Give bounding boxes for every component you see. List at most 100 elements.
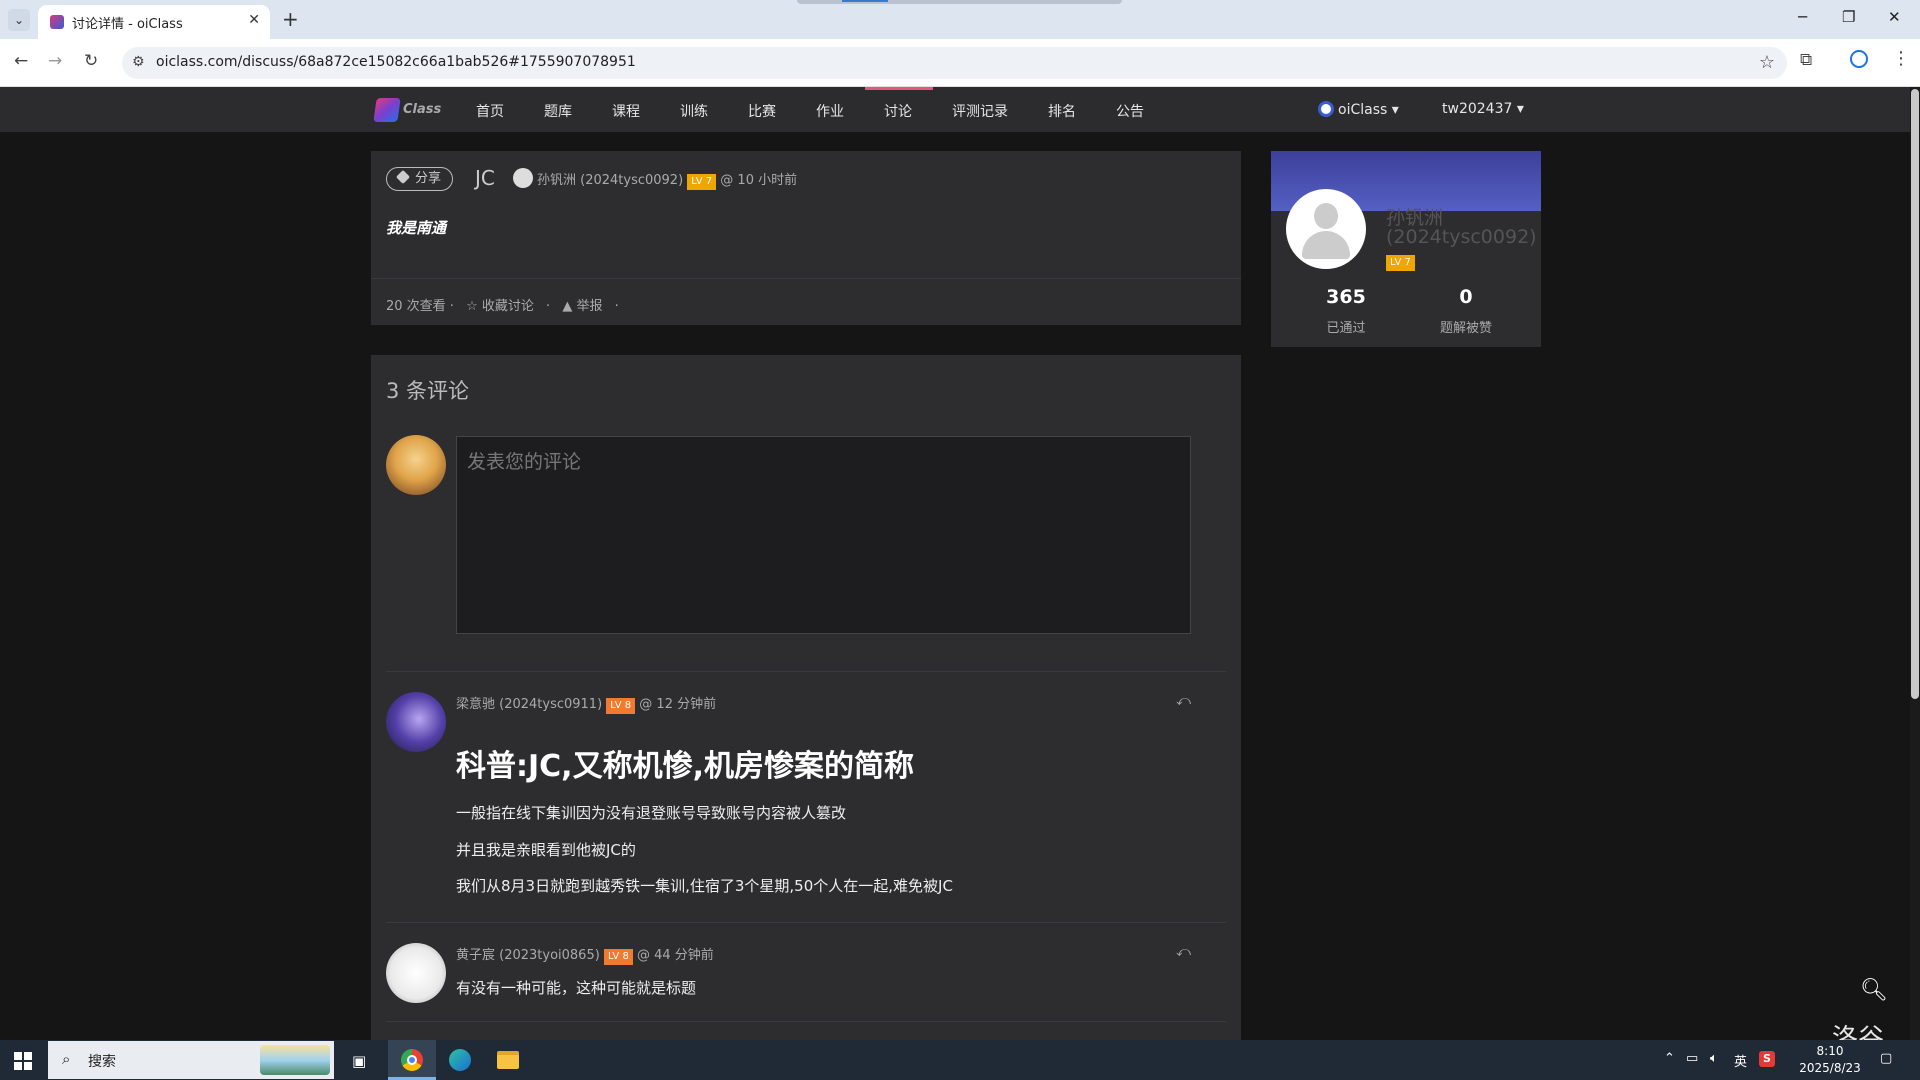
topic-body: 我是南通 [386,219,447,237]
network-icon[interactable]: ▭ [1686,1051,1698,1066]
nav-courses[interactable]: 课程 [612,101,640,121]
oiclass-favicon-icon [50,15,64,29]
comment-meta: 梁意驰 (2024tysc0911) LV 8 @ 12 分钟前 [456,693,716,714]
accepted-label: 已通过 [1326,321,1366,336]
popup-edge-accent [842,0,888,2]
tag-icon [395,169,411,185]
reply-icon[interactable]: ⤺ [1176,693,1191,709]
taskbar-file-explorer[interactable] [484,1040,532,1080]
comment-author[interactable]: 梁意驰 (2024tysc0911) [456,697,602,712]
comment-heading: 科普:JC,又称机惨,机房惨案的简称 [456,749,914,784]
url-text[interactable]: oiclass.com/discuss/68a872ce15082c66a1ba… [156,54,636,70]
level-badge: LV 8 [603,949,633,965]
reload-icon[interactable]: ↻ [84,51,98,71]
domain-menu[interactable]: oiClass ▾ [1318,101,1399,118]
chevron-down-icon: ▾ [1516,101,1524,117]
comment-avatar[interactable] [386,943,446,1003]
divider [386,922,1226,923]
windows-taskbar: ⌕ 搜索 ▣ ⌃ ▭ 🔈︎ 英 S 8:10 2025/8/23 ▢ [0,1040,1920,1080]
tab-search-button[interactable]: ⌄ [8,9,30,31]
topic-meta: 孙钒洲 (2024tysc0092) LV 7 @ 10 小时前 [537,169,797,190]
nav-announcements[interactable]: 公告 [1116,101,1144,121]
separator-dot: · [546,299,551,314]
nav-homework[interactable]: 作业 [816,101,844,121]
topic-footer: 20 次查看 · ☆ 收藏讨论 · ▲ 举报 · [386,295,627,314]
comments-count-title: 3 条评论 [386,379,470,403]
level-badge: LV 7 [1386,255,1415,271]
address-bar[interactable]: ⚙ oiclass.com/discuss/68a872ce15082c66a1… [122,47,1787,79]
liked-count: 0 [1459,286,1473,308]
level-badge: LV 7 [687,174,717,190]
restore-button[interactable]: ❐ [1842,8,1855,26]
tray-overflow-icon[interactable]: ⌃ [1664,1051,1675,1066]
topic-tag-label: 分享 [415,171,442,186]
new-tab-button[interactable]: + [282,7,299,31]
liked-label: 题解被赞 [1439,321,1492,336]
avatar-head-shape [1314,203,1338,229]
taskbar-chrome[interactable] [388,1040,436,1080]
comment-text: 并且我是亲眼看到他被JC的 [456,841,636,859]
close-window-button[interactable]: ✕ [1888,8,1901,26]
folder-icon [497,1051,519,1069]
domain-icon [1318,101,1334,117]
user-menu-label: tw202437 [1442,101,1513,117]
nav-problems[interactable]: 题库 [544,101,572,121]
forward-arrow-icon[interactable]: → [48,51,62,71]
divider [386,671,1226,672]
floating-search-icon[interactable]: 🔍︎ [1860,978,1888,1003]
task-view-icon[interactable]: ▣ [352,1052,366,1070]
oiclass-logo[interactable]: Class [373,94,451,126]
volume-icon[interactable]: 🔈︎ [1710,1051,1718,1066]
tab-close-icon[interactable]: ✕ [248,12,260,28]
site-navbar: Class 首页 题库 课程 训练 比赛 作业 讨论 评测记录 排名 公告 oi… [0,87,1910,132]
nav-discuss[interactable]: 讨论 [884,101,912,121]
profile-name[interactable]: 孙钒洲 (2024tysc0092) [1386,209,1537,247]
current-user-avatar [386,435,446,495]
comment-time: @ 12 分钟前 [639,697,717,712]
search-icon: ⌕ [62,1050,71,1068]
taskbar-search-box[interactable]: ⌕ 搜索 [48,1041,334,1079]
divider [386,1021,1226,1022]
bookmark-star-icon[interactable]: ☆ [1759,52,1775,73]
comment-input[interactable]: 发表您的评论 [456,436,1191,634]
comment-author[interactable]: 黄子宸 (2023tyoi0865) [456,948,600,963]
accepted-count: 365 [1326,286,1366,308]
avatar-body-shape [1302,231,1350,259]
comment-avatar[interactable] [386,692,446,752]
nav-home[interactable]: 首页 [476,101,504,121]
taskbar-search-label: 搜索 [88,1054,116,1070]
profile-icon[interactable] [1850,50,1868,68]
extensions-icon[interactable]: ⧉ [1800,50,1812,70]
topic-tag[interactable]: 分享 [386,167,454,191]
logo-wordmark: Class [403,102,442,117]
notification-icon[interactable]: ▢ [1880,1051,1892,1066]
browser-tab-active[interactable]: 讨论详情 - oiClass ✕ [38,5,270,39]
profile-avatar[interactable] [1286,189,1366,269]
minimize-button[interactable]: ─ [1798,8,1807,26]
edge-icon [449,1049,471,1071]
nav-contests[interactable]: 比赛 [748,101,776,121]
taskbar-edge[interactable] [436,1040,484,1080]
nav-ranking[interactable]: 排名 [1048,101,1076,121]
comment-meta: 黄子宸 (2023tyoi0865) LV 8 @ 44 分钟前 [456,944,714,965]
ime-indicator[interactable]: 英 [1734,1051,1747,1070]
comments-panel: 3 条评论 发表您的评论 梁意驰 (2024tysc0911) LV 8 @ 1… [371,355,1241,1040]
tray-clock[interactable]: 8:10 2025/8/23 [1790,1043,1870,1077]
nav-records[interactable]: 评测记录 [952,101,1008,121]
reply-icon[interactable]: ⤺ [1176,944,1191,960]
topic-author[interactable]: 孙钒洲 (2024tysc0092) [537,173,683,188]
page-scrollbar-thumb[interactable] [1911,89,1919,699]
browser-menu-icon[interactable]: ⋮ [1892,48,1910,69]
favorite-link[interactable]: ☆ 收藏讨论 [466,299,534,314]
divider [371,278,1241,279]
nav-training[interactable]: 训练 [680,101,708,121]
report-link[interactable]: ▲ 举报 [562,299,602,314]
user-menu[interactable]: tw202437 ▾ [1442,101,1524,117]
author-avatar[interactable] [513,168,533,188]
windows-start-icon[interactable] [14,1052,32,1070]
site-info-icon[interactable]: ⚙ [132,54,145,70]
sogou-ime-icon[interactable]: S [1759,1051,1775,1067]
back-arrow-icon[interactable]: ← [14,51,28,71]
profile-level: LV 7 [1386,250,1415,271]
separator-dot: · [614,299,619,314]
